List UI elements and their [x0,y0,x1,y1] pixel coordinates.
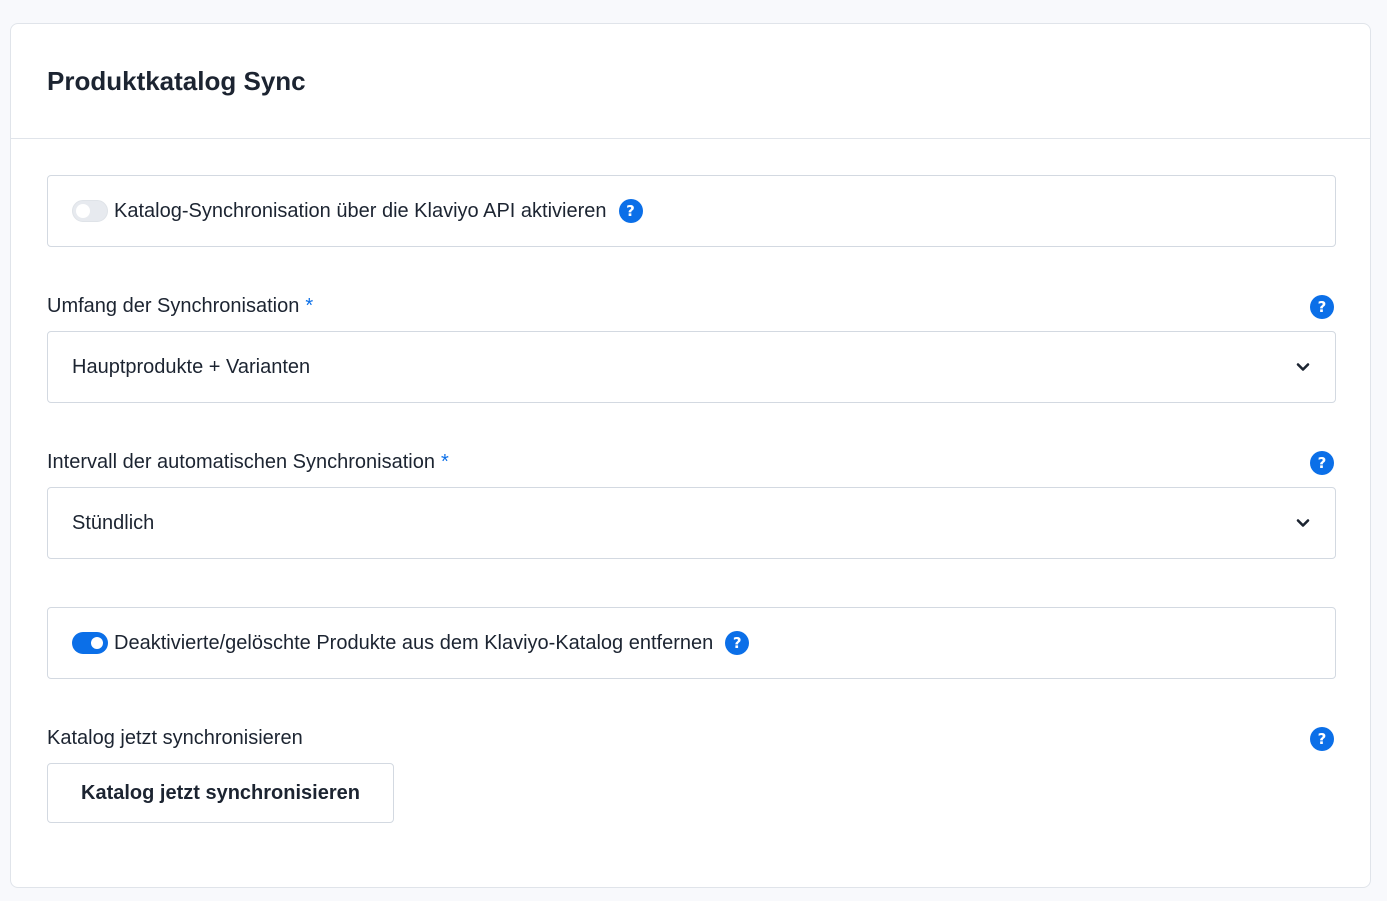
question-icon[interactable]: ? [1310,451,1334,475]
sync-scope-label: Umfang der Synchronisation * [47,294,313,318]
sync-scope-select[interactable]: Hauptprodukte + Varianten [47,331,1336,403]
sync-interval-label-text: Intervall der automatischen Synchronisat… [47,451,435,473]
switch-knob [91,637,103,649]
remove-products-switch[interactable] [72,632,108,654]
catalog-sync-toggle-row: Katalog-Synchronisation über die Klaviyo… [47,175,1336,247]
switch-knob [76,204,90,218]
catalog-sync-switch[interactable] [72,200,108,222]
required-marker: * [441,451,449,473]
required-marker: * [305,295,314,317]
question-icon[interactable]: ? [1310,727,1334,751]
chevron-down-icon [1295,515,1311,531]
sync-interval-value: Stündlich [72,512,155,534]
catalog-sync-label: Katalog-Synchronisation über die Klaviyo… [114,200,607,222]
chevron-down-icon [1295,359,1311,375]
sync-scope-label-text: Umfang der Synchronisation [47,295,300,317]
question-icon[interactable]: ? [1310,295,1334,319]
sync-interval-select[interactable]: Stündlich [47,487,1336,559]
card-header: Produktkatalog Sync [11,24,1370,139]
sync-scope-value: Hauptprodukte + Varianten [72,356,311,378]
sync-now-label: Katalog jetzt synchronisieren [47,727,303,749]
sync-now-button[interactable]: Katalog jetzt synchronisieren [47,763,394,823]
question-icon[interactable]: ? [725,631,750,655]
card-title: Produktkatalog Sync [47,66,306,96]
question-icon[interactable]: ? [618,199,643,223]
remove-products-label: Deaktivierte/gelöschte Produkte aus dem … [114,632,714,654]
sync-interval-label: Intervall der automatischen Synchronisat… [47,450,449,474]
remove-products-toggle-row: Deaktivierte/gelöschte Produkte aus dem … [47,607,1336,679]
catalog-sync-card: Produktkatalog Sync Katalog-Synchronisat… [10,23,1371,888]
